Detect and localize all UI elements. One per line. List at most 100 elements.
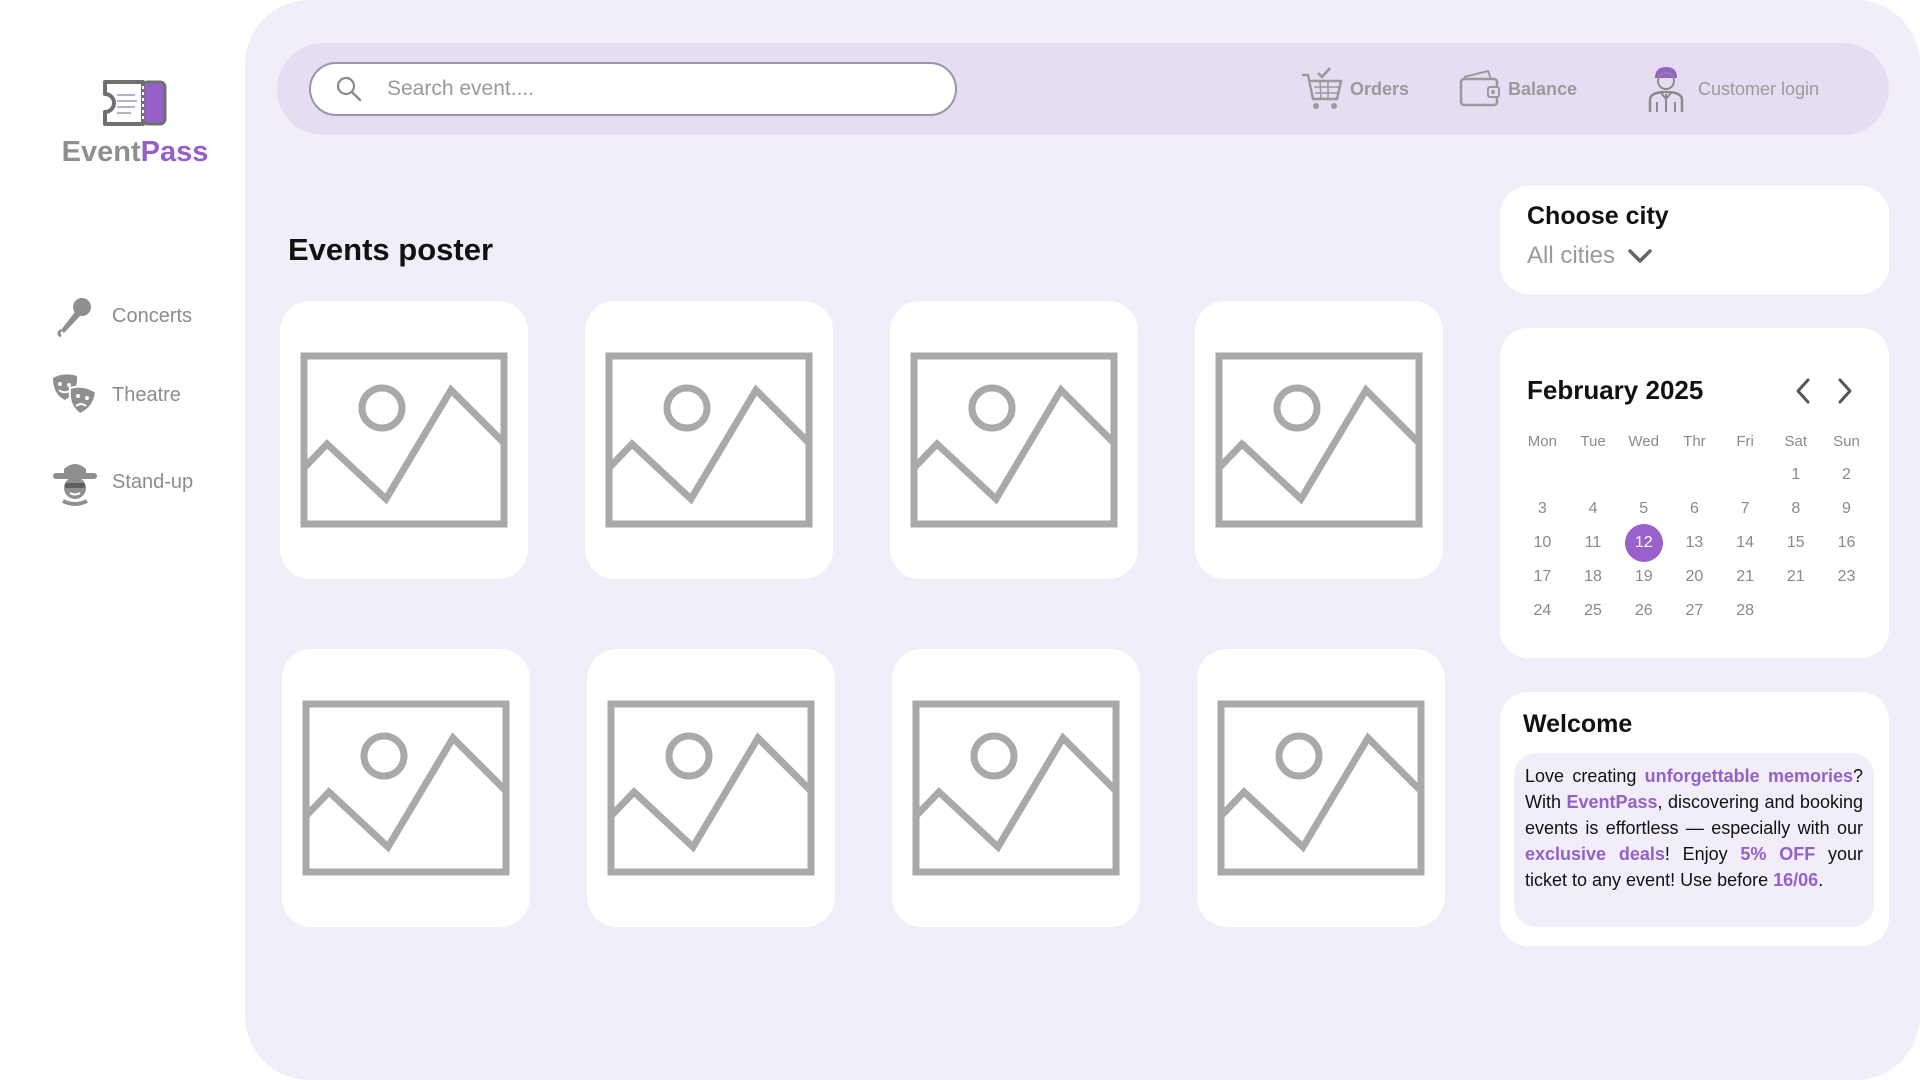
user-avatar-icon <box>1648 67 1684 112</box>
calendar-grid: Mon Tue Wed Thr Fri Sat Sun 1 2 3 4 5 6 … <box>1517 424 1872 628</box>
sidebar: EventPass Concerts Theatre Stand-up <box>0 0 245 1080</box>
calendar-month-title: February 2025 <box>1527 375 1704 405</box>
sidebar-item-theatre[interactable]: Theatre <box>50 368 181 422</box>
calendar-day[interactable]: 17 <box>1517 568 1568 586</box>
weekday-label: Wed <box>1628 432 1659 450</box>
balance-button[interactable]: Balance <box>1458 62 1577 116</box>
calendar-day[interactable]: 28 <box>1720 602 1771 620</box>
calendar-day[interactable]: 16 <box>1821 534 1872 552</box>
calendar-day[interactable]: 24 <box>1517 602 1568 620</box>
welcome-title: Welcome <box>1523 710 1633 738</box>
image-placeholder-icon <box>912 700 1120 876</box>
logo-text-event: Event <box>61 136 141 168</box>
orders-button[interactable]: Orders <box>1300 62 1409 116</box>
calendar-weekday-row: Mon Tue Wed Thr Fri Sat Sun <box>1517 424 1872 458</box>
image-placeholder-icon <box>1217 700 1425 876</box>
welcome-text-part: ! Enjoy <box>1664 844 1741 864</box>
theatre-masks-icon <box>50 370 100 420</box>
calendar-day[interactable]: 9 <box>1821 500 1872 518</box>
calendar-day[interactable]: 6 <box>1669 500 1720 518</box>
calendar-panel: February 2025 Mon Tue Wed Thr Fri Sat Su… <box>1500 328 1889 658</box>
selected-day-label: 12 <box>1624 524 1663 562</box>
wallet-icon <box>1459 69 1500 107</box>
calendar-day[interactable]: 10 <box>1517 534 1568 552</box>
ticket-logo-icon <box>103 80 167 126</box>
event-card[interactable] <box>892 649 1140 927</box>
search-icon <box>321 75 377 103</box>
image-placeholder-icon <box>1215 352 1423 528</box>
calendar-day[interactable]: 23 <box>1821 568 1872 586</box>
calendar-day[interactable]: 27 <box>1669 602 1720 620</box>
welcome-message: Love creating unforgettable memories? Wi… <box>1525 763 1863 893</box>
logo-text-pass: Pass <box>140 136 209 168</box>
welcome-message-box: Love creating unforgettable memories? Wi… <box>1514 753 1874 927</box>
balance-label: Balance <box>1508 78 1578 99</box>
sidebar-item-standup[interactable]: Stand-up <box>50 455 193 509</box>
calendar-day[interactable]: 3 <box>1517 500 1568 518</box>
sidebar-item-concerts[interactable]: Concerts <box>50 289 192 343</box>
calendar-day[interactable]: 14 <box>1720 534 1771 552</box>
sidebar-item-label: Stand-up <box>112 470 194 493</box>
calendar-day[interactable]: 19 <box>1618 568 1669 586</box>
city-dropdown-value: All cities <box>1527 242 1616 269</box>
welcome-highlight: EventPass <box>1566 792 1658 812</box>
calendar-day[interactable]: 18 <box>1568 568 1619 586</box>
calendar-day[interactable]: 1 <box>1770 466 1821 484</box>
sidebar-item-label: Theatre <box>112 383 181 406</box>
calendar-day[interactable]: 21 <box>1720 568 1771 586</box>
calendar-day-selected[interactable]: 12 <box>1618 524 1669 562</box>
logo-text: EventPass <box>60 136 210 169</box>
search-input[interactable] <box>385 76 929 102</box>
logo[interactable]: EventPass <box>60 78 210 169</box>
event-card[interactable] <box>282 649 530 927</box>
event-card[interactable] <box>587 649 835 927</box>
image-placeholder-icon <box>607 700 815 876</box>
shopping-cart-icon <box>1302 67 1343 109</box>
event-card[interactable] <box>1195 301 1443 579</box>
calendar-day[interactable]: 2 <box>1821 466 1872 484</box>
calendar-day[interactable]: 7 <box>1720 500 1771 518</box>
calendar-day[interactable]: 11 <box>1568 534 1619 552</box>
welcome-highlight: unforgettable memories <box>1644 766 1853 786</box>
sidebar-item-label: Concerts <box>112 304 193 327</box>
calendar-day[interactable]: 13 <box>1669 534 1720 552</box>
calendar-day[interactable]: 8 <box>1770 500 1821 518</box>
welcome-text-part: Love creating <box>1525 766 1645 786</box>
event-card[interactable] <box>585 301 833 579</box>
event-card[interactable] <box>890 301 1138 579</box>
calendar-week-row: 10 11 12 13 14 15 16 <box>1517 524 1872 562</box>
calendar-day[interactable]: 15 <box>1770 534 1821 552</box>
chevron-down-icon <box>1628 249 1652 263</box>
weekday-label: Fri <box>1736 432 1754 450</box>
welcome-highlight: 16/06 <box>1773 870 1819 890</box>
calendar-day[interactable]: 26 <box>1618 602 1669 620</box>
city-panel: Choose city All cities <box>1500 186 1889 294</box>
chevron-right-icon[interactable] <box>1834 376 1856 406</box>
weekday-label: Sat <box>1784 432 1808 450</box>
calendar-week-row: 1 2 <box>1517 458 1872 492</box>
image-placeholder-icon <box>605 352 813 528</box>
calendar-day[interactable]: 4 <box>1568 500 1619 518</box>
event-card[interactable] <box>280 301 528 579</box>
calendar-day[interactable]: 20 <box>1669 568 1720 586</box>
calendar-day[interactable]: 21 <box>1770 568 1821 586</box>
city-panel-title: Choose city <box>1527 202 1669 230</box>
comedian-icon <box>50 457 100 507</box>
chevron-left-icon[interactable] <box>1792 376 1814 406</box>
event-card[interactable] <box>1197 649 1445 927</box>
events-poster-title: Events poster <box>288 232 494 267</box>
image-placeholder-icon <box>910 352 1118 528</box>
calendar-day[interactable]: 25 <box>1568 602 1619 620</box>
calendar-day[interactable]: 5 <box>1618 500 1669 518</box>
image-placeholder-icon <box>300 352 508 528</box>
weekday-label: Mon <box>1527 432 1557 450</box>
microphone-icon <box>50 291 100 341</box>
weekday-label: Tue <box>1580 432 1606 450</box>
welcome-panel: Welcome Love creating unforgettable memo… <box>1500 692 1889 946</box>
customer-login-label: Customer login <box>1698 78 1820 99</box>
welcome-highlight: 5% OFF <box>1740 844 1816 864</box>
city-dropdown[interactable]: All cities <box>1527 242 1653 270</box>
search-bar[interactable] <box>309 62 957 116</box>
customer-login-button[interactable]: Customer login <box>1646 62 1819 116</box>
calendar-week-row: 3 4 5 6 7 8 9 <box>1517 492 1872 526</box>
